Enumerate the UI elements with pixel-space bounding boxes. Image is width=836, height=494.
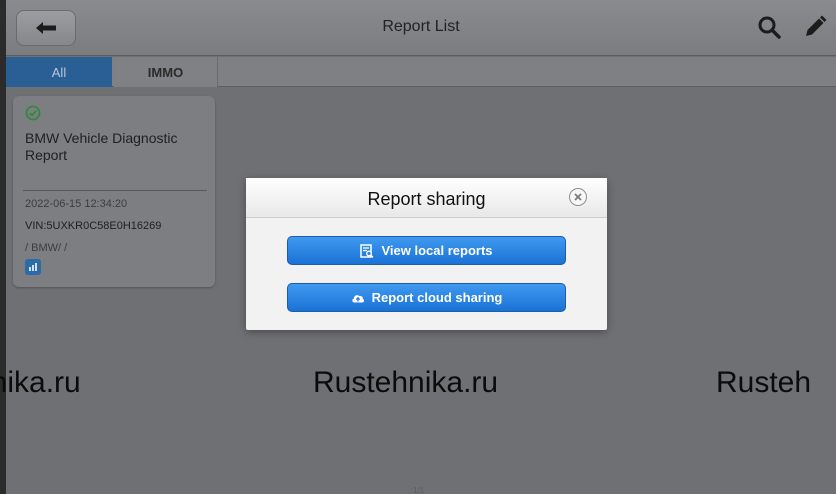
- search-button[interactable]: [754, 12, 784, 42]
- report-title: BMW Vehicle Diagnostic Report: [25, 130, 178, 163]
- report-search-icon: [360, 243, 374, 258]
- page-title: Report List: [382, 18, 460, 35]
- view-local-reports-label: View local reports: [381, 243, 493, 258]
- report-vin: VIN:5UXKR0C58E0H16269: [25, 220, 162, 232]
- report-sharing-dialog: Report sharing View local reports Report…: [246, 178, 607, 330]
- report-card[interactable]: BMW Vehicle Diagnostic Report 2022-06-15…: [13, 96, 215, 287]
- watermark: Rustehnika.ru: [313, 366, 499, 399]
- top-bar: Report List: [6, 0, 836, 56]
- report-cloud-sharing-label: Report cloud sharing: [371, 290, 503, 305]
- pencil-icon: [806, 15, 827, 36]
- signal-icon: [25, 259, 41, 275]
- page-indicator: 1/1: [413, 486, 425, 494]
- close-button[interactable]: [569, 188, 587, 206]
- dialog-header: Report sharing: [246, 178, 607, 218]
- report-cloud-sharing-button[interactable]: Report cloud sharing: [287, 283, 566, 312]
- report-date: 2022-06-15 12:34:20: [25, 198, 128, 210]
- edit-button[interactable]: [800, 12, 830, 42]
- tab-all[interactable]: All: [6, 57, 112, 87]
- cloud-upload-icon: [351, 294, 364, 302]
- view-local-reports-button[interactable]: View local reports: [287, 236, 566, 265]
- watermark: hnika.ru: [0, 366, 81, 399]
- tab-bar: All IMMO: [6, 57, 836, 87]
- card-divider: [23, 190, 207, 191]
- dialog-title: Report sharing: [367, 189, 486, 209]
- search-icon: [758, 16, 781, 39]
- report-make: / BMW/ /: [25, 242, 68, 254]
- tab-immo[interactable]: IMMO: [114, 57, 218, 87]
- close-circle-icon: [574, 193, 582, 201]
- check-circle-icon: [25, 105, 41, 121]
- watermark: Rusteh: [716, 366, 812, 399]
